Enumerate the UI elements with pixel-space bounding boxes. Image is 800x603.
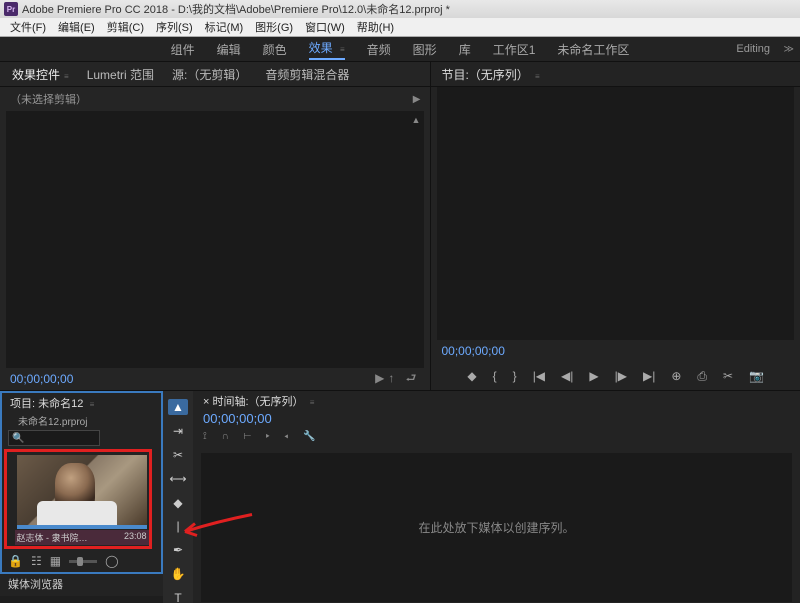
- menu-file[interactable]: 文件(F): [4, 19, 52, 35]
- effects-expand-icon[interactable]: ▶: [413, 94, 421, 105]
- ripple-edit-tool[interactable]: ✂: [168, 447, 188, 463]
- media-browser-tab[interactable]: 媒体浏览器: [0, 574, 163, 596]
- effects-header: （未选择剪辑） ▶: [0, 87, 430, 111]
- ws-workspace1[interactable]: 工作区1: [493, 41, 536, 58]
- transport-bar: ◆ { } |◀ ◀| ▶ |▶ ▶| ⊕ ⎙ ✂ 📷: [431, 362, 800, 390]
- effects-tc-icons[interactable]: ▶↑ ⮐: [375, 369, 420, 390]
- timeline-tabs: × 时间轴:（无序列） ≡: [193, 391, 800, 411]
- zoom-slider[interactable]: [69, 560, 97, 563]
- hand-tool[interactable]: ✋: [168, 566, 188, 582]
- go-start-icon[interactable]: |◀: [533, 369, 545, 383]
- lower-area: 项目: 未命名12 ≡ 未命名12.prproj 🔍 赵志体 - 隶书院… 23…: [0, 390, 800, 603]
- effects-collapse-icon[interactable]: ▲: [412, 115, 421, 125]
- project-tabs: 项目: 未命名12 ≡: [2, 393, 161, 413]
- play-icon[interactable]: ▶: [589, 369, 598, 383]
- step-back-icon[interactable]: ◀|: [561, 369, 573, 383]
- timeline-placeholder: 在此处放下媒体以创建序列。: [418, 519, 574, 536]
- slip-tool[interactable]: ◆: [168, 495, 188, 511]
- project-panel: 项目: 未命名12 ≡ 未命名12.prproj 🔍 赵志体 - 隶书院… 23…: [0, 391, 163, 574]
- ws-library[interactable]: 库: [459, 41, 471, 58]
- in-point-icon[interactable]: {: [493, 369, 497, 383]
- tab-project[interactable]: 项目: 未命名12 ≡: [10, 395, 94, 411]
- workspace-bar: 组件 编辑 颜色 效果 ≡ 音频 图形 库 工作区1 未命名工作区 Editin…: [0, 37, 800, 62]
- menu-sequence[interactable]: 序列(S): [150, 19, 199, 35]
- project-bin[interactable]: 赵志体 - 隶书院… 23:08: [2, 447, 161, 550]
- extract-icon[interactable]: ⎙: [697, 369, 707, 384]
- main-area: 效果控件≡ Lumetri 范围 源:（无剪辑） 音频剪辑混合器 （未选择剪辑）…: [0, 62, 800, 390]
- annotation-arrow: [177, 511, 257, 544]
- effects-timecode[interactable]: 00;00;00;00: [10, 372, 73, 386]
- tab-audio-mixer[interactable]: 音频剪辑混合器: [265, 66, 349, 83]
- program-tabs: 节目:（无序列） ≡: [431, 62, 800, 87]
- menu-marker[interactable]: 标记(M): [199, 19, 250, 35]
- list-view-icon[interactable]: ☷: [31, 554, 42, 568]
- rectangle-tool[interactable]: ✒: [168, 542, 188, 558]
- ws-audio[interactable]: 音频: [367, 41, 391, 58]
- lock-icon[interactable]: 🔒: [8, 554, 23, 568]
- effects-body: ▲: [6, 111, 424, 368]
- program-panel: 节目:（无序列） ≡ 00;00;00;00 ◆ { } |◀ ◀| ▶ |▶ …: [430, 62, 800, 390]
- timeline-panel: × 时间轴:（无序列） ≡ 00;00;00;00 ⟟ ∩ ⊢ ▸ ◂ 🔧 在此…: [193, 391, 800, 603]
- out-point-icon[interactable]: }: [513, 369, 517, 383]
- program-timecode-row: 00;00;00;00: [431, 340, 800, 362]
- menu-edit[interactable]: 编辑(E): [52, 19, 101, 35]
- menu-graphics[interactable]: 图形(G): [249, 19, 299, 35]
- ws-editing[interactable]: 编辑: [217, 41, 241, 58]
- tab-source[interactable]: 源:（无剪辑）: [172, 66, 247, 83]
- selection-tool[interactable]: ▲: [168, 399, 188, 415]
- export-frame-icon[interactable]: ✂: [723, 369, 733, 383]
- effects-timecode-row: 00;00;00;00 ▶↑ ⮐: [0, 368, 430, 390]
- ws-effects[interactable]: 效果 ≡: [309, 39, 345, 60]
- ws-overflow-icon[interactable]: ≫: [784, 44, 794, 55]
- marker-icon[interactable]: ◆: [467, 369, 476, 383]
- menu-help[interactable]: 帮助(H): [351, 19, 400, 35]
- timeline-timecode[interactable]: 00;00;00;00: [193, 411, 800, 431]
- timeline-toolbar[interactable]: ⟟ ∩ ⊢ ▸ ◂ 🔧: [193, 431, 800, 449]
- tab-lumetri[interactable]: Lumetri 范围: [87, 66, 154, 83]
- menu-bar: 文件(F) 编辑(E) 剪辑(C) 序列(S) 标记(M) 图形(G) 窗口(W…: [0, 18, 800, 37]
- ws-editing-label[interactable]: Editing: [736, 43, 770, 55]
- ws-graphics[interactable]: 图形: [413, 41, 437, 58]
- tab-program[interactable]: 节目:（无序列） ≡: [441, 66, 539, 83]
- go-end-icon[interactable]: ▶|: [643, 369, 655, 383]
- search-icon: 🔍: [9, 433, 27, 444]
- grid-view-icon[interactable]: ▦: [50, 554, 61, 568]
- track-select-tool[interactable]: ⇥: [168, 423, 188, 439]
- effects-panel: 效果控件≡ Lumetri 范围 源:（无剪辑） 音频剪辑混合器 （未选择剪辑）…: [0, 62, 430, 390]
- effects-tabs: 效果控件≡ Lumetri 范围 源:（无剪辑） 音频剪辑混合器: [0, 62, 430, 87]
- timeline-body[interactable]: 在此处放下媒体以创建序列。: [201, 453, 792, 602]
- title-bar: Pr Adobe Premiere Pro CC 2018 - D:\我的文档\…: [0, 0, 800, 18]
- program-timecode[interactable]: 00;00;00;00: [441, 344, 504, 358]
- search-input[interactable]: 🔍: [8, 430, 100, 446]
- project-footer: 🔒 ☷ ▦ ◯: [2, 550, 161, 572]
- program-monitor[interactable]: [437, 87, 794, 340]
- razor-tool[interactable]: ⟷: [168, 471, 188, 487]
- ws-assembly[interactable]: 组件: [171, 41, 195, 58]
- project-filename: 未命名12.prproj: [2, 413, 161, 429]
- freeform-icon[interactable]: ◯: [105, 554, 118, 568]
- type-tool[interactable]: T: [168, 590, 188, 603]
- clip-thumbnail[interactable]: [17, 455, 147, 525]
- menu-clip[interactable]: 剪辑(C): [101, 19, 150, 35]
- ws-unnamed[interactable]: 未命名工作区: [557, 41, 629, 58]
- menu-window[interactable]: 窗口(W): [299, 19, 351, 35]
- tab-effect-controls[interactable]: 效果控件≡: [12, 66, 69, 83]
- app-icon: Pr: [4, 2, 18, 16]
- no-clip-label: （未选择剪辑）: [10, 91, 87, 107]
- tools-panel: ▲ ⇥ ✂ ⟷ ◆ | ✒ ✋ T: [163, 391, 193, 603]
- lift-icon[interactable]: ⊕: [671, 369, 681, 383]
- title-text: Adobe Premiere Pro CC 2018 - D:\我的文档\Ado…: [22, 1, 450, 17]
- step-fwd-icon[interactable]: |▶: [615, 369, 627, 383]
- camera-icon[interactable]: 📷: [749, 369, 764, 383]
- project-search-row: 🔍: [2, 429, 161, 447]
- tab-timeline[interactable]: × 时间轴:（无序列） ≡: [203, 393, 314, 409]
- ws-color[interactable]: 颜色: [263, 41, 287, 58]
